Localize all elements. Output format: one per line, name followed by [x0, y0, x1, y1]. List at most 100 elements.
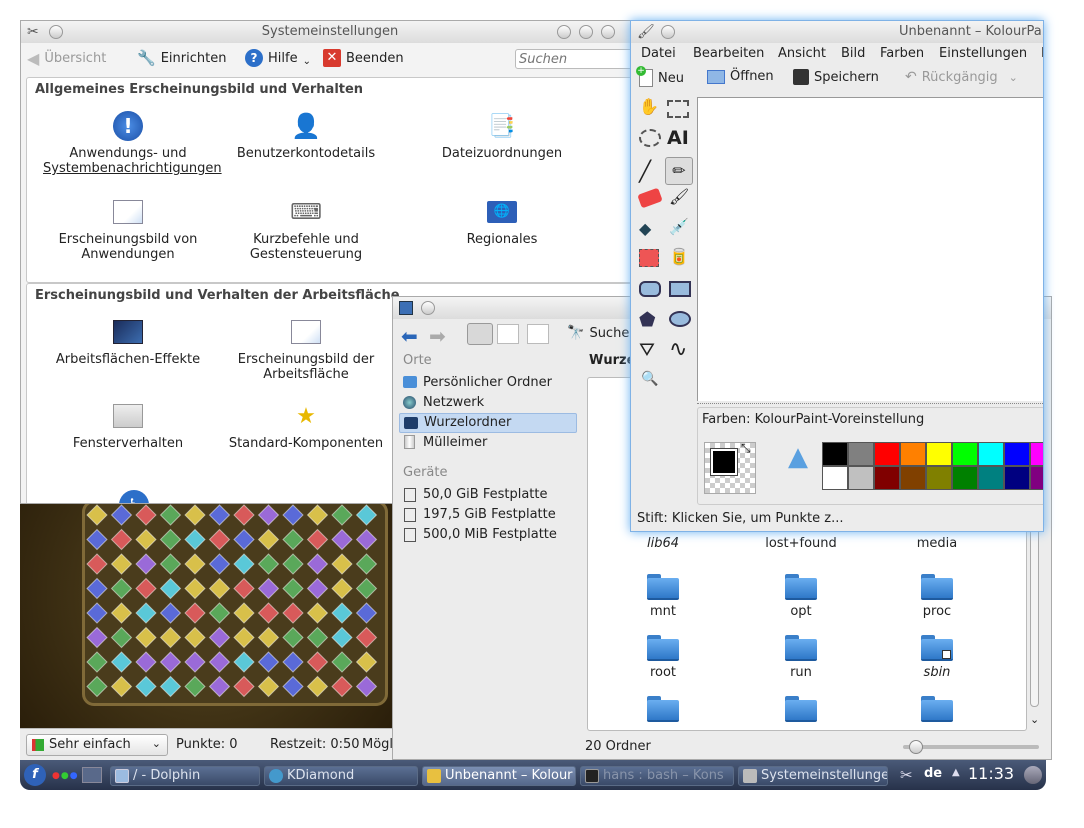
activities-icon[interactable]: ●●● — [52, 771, 79, 781]
diamond-gem[interactable] — [282, 626, 304, 649]
task-dolphin[interactable]: / - Dolphin — [110, 766, 260, 786]
folder-mnt[interactable]: mnt — [588, 574, 738, 619]
window-menu-button[interactable] — [661, 25, 675, 39]
swatch[interactable] — [822, 442, 848, 466]
diamond-gem[interactable] — [159, 553, 182, 575]
keyboard-layout[interactable]: de — [924, 766, 942, 781]
diamond-gem[interactable] — [184, 602, 206, 624]
menu-view[interactable]: Ansicht — [778, 46, 826, 61]
folder-media[interactable]: media — [862, 536, 1012, 551]
brush-icon[interactable]: 🖌 — [669, 187, 689, 206]
swatch[interactable] — [848, 466, 874, 490]
diamond-gem[interactable] — [233, 626, 255, 649]
diamond-gem[interactable] — [159, 651, 182, 673]
menu-settings[interactable]: Einstellungen — [939, 46, 1027, 61]
curve-icon[interactable]: ∿ — [669, 337, 687, 362]
place-trash[interactable]: Mülleimer — [399, 433, 577, 453]
swatch[interactable] — [1030, 442, 1043, 466]
device-3[interactable]: 500,0 MiB Festplatte — [399, 525, 577, 545]
diamond-gem[interactable] — [86, 528, 108, 551]
diamond-gem[interactable] — [331, 626, 353, 649]
ellipse-select-icon[interactable] — [639, 129, 661, 147]
shortcuts-item[interactable]: ⌨ Kurzbefehle und Gestensteuerung — [221, 196, 391, 263]
diamond-gem[interactable] — [86, 602, 108, 624]
diamond-gem[interactable] — [331, 651, 353, 673]
diamond-gem[interactable] — [86, 651, 108, 673]
diamond-gem[interactable] — [306, 602, 329, 624]
open-button[interactable]: Öffnen — [707, 69, 774, 84]
diamond-gem[interactable] — [208, 602, 231, 624]
folder-proc[interactable]: proc — [862, 574, 1012, 619]
diamond-gem[interactable] — [257, 553, 280, 575]
diamond-gem[interactable] — [86, 626, 108, 649]
systemsettings-titlebar[interactable]: ✂ Systemeinstellungen — [21, 21, 639, 43]
diamond-gem[interactable] — [208, 553, 231, 575]
place-root[interactable]: Wurzelordner — [399, 413, 577, 433]
diamond-gem[interactable] — [331, 504, 353, 526]
swatch[interactable] — [900, 442, 926, 466]
diamond-gem[interactable] — [331, 553, 353, 575]
diamond-gem[interactable] — [257, 626, 280, 649]
new-button[interactable]: + Neu — [636, 66, 684, 87]
eraser-icon[interactable] — [637, 187, 663, 209]
diamond-gem[interactable] — [135, 504, 157, 526]
task-systemsettings[interactable]: Systemeinstellunge — [738, 766, 888, 786]
diamond-gem[interactable] — [159, 504, 182, 526]
task-konsole[interactable]: hans : bash – Kons — [580, 766, 734, 786]
swatch[interactable] — [1030, 466, 1043, 490]
foreground-color[interactable] — [710, 448, 738, 476]
polygon-icon[interactable]: ⬟ — [639, 309, 656, 331]
columns-view-button[interactable] — [527, 324, 549, 344]
diamond-gem[interactable] — [306, 651, 329, 673]
diamond-gem[interactable] — [355, 602, 378, 624]
configure-button[interactable]: 🔧 Einrichten — [137, 49, 226, 67]
diamond-gem[interactable] — [159, 675, 182, 698]
diamond-gem[interactable] — [257, 504, 280, 526]
swatch[interactable] — [926, 442, 952, 466]
diamond-gem[interactable] — [184, 651, 206, 673]
diamond-gem[interactable] — [355, 528, 378, 551]
spraycan-icon[interactable]: 🥫 — [669, 247, 689, 266]
diamond-gem[interactable] — [135, 577, 157, 600]
search-button[interactable]: 🔭 Suche — [567, 325, 629, 341]
device-1[interactable]: 50,0 GiB Festplatte — [399, 485, 577, 505]
desktop-effects-item[interactable]: Arbeitsflächen-Effekte — [43, 316, 213, 367]
zoom-icon[interactable]: 🔍 — [641, 371, 658, 387]
swatch[interactable] — [874, 442, 900, 466]
diamond-gem[interactable] — [159, 626, 182, 649]
fedora-launcher-icon[interactable]: f — [24, 764, 46, 786]
diamond-gem[interactable] — [306, 626, 329, 649]
ellipse-icon[interactable] — [669, 311, 691, 327]
search-input[interactable] — [515, 49, 635, 69]
minimize-button[interactable] — [579, 25, 593, 39]
diamond-gem[interactable] — [135, 528, 157, 551]
diamond-gem[interactable] — [282, 504, 304, 526]
task-kolourpaint[interactable]: Unbenannt – Kolour — [422, 766, 576, 786]
fill-bucket-icon[interactable]: ◆ — [639, 219, 651, 238]
menu-help[interactable]: H — [1041, 46, 1043, 61]
overview-button[interactable]: ◀ Übersicht — [27, 49, 106, 68]
game-board[interactable] — [20, 504, 394, 728]
diamond-gem[interactable] — [110, 553, 133, 575]
line-tool-icon[interactable]: ╱ — [639, 159, 663, 183]
swatch[interactable] — [874, 466, 900, 490]
window-menu-button[interactable] — [421, 301, 435, 315]
swatch[interactable] — [978, 466, 1004, 490]
diamond-gem[interactable] — [110, 626, 133, 649]
quit-button[interactable]: ✕ Beenden — [323, 49, 404, 67]
diamond-gem[interactable] — [86, 675, 108, 698]
diamond-gem[interactable] — [282, 675, 304, 698]
diamond-gem[interactable] — [282, 577, 304, 600]
diamond-gem[interactable] — [233, 504, 255, 526]
fg-bg-color-box[interactable]: ⤡ — [704, 441, 756, 494]
diamond-gem[interactable] — [208, 626, 231, 649]
diamond-gem[interactable] — [184, 504, 206, 526]
menu-image[interactable]: Bild — [841, 46, 865, 61]
diamond-gem[interactable] — [331, 602, 353, 624]
swatch[interactable] — [978, 442, 1004, 466]
panel-splitter[interactable] — [581, 349, 585, 749]
kolourpaint-app-icon[interactable]: 🖌 — [637, 24, 655, 40]
diamond-gem[interactable] — [257, 528, 280, 551]
color-picker-icon[interactable]: 💉 — [669, 217, 689, 236]
diamond-gem[interactable] — [159, 528, 182, 551]
